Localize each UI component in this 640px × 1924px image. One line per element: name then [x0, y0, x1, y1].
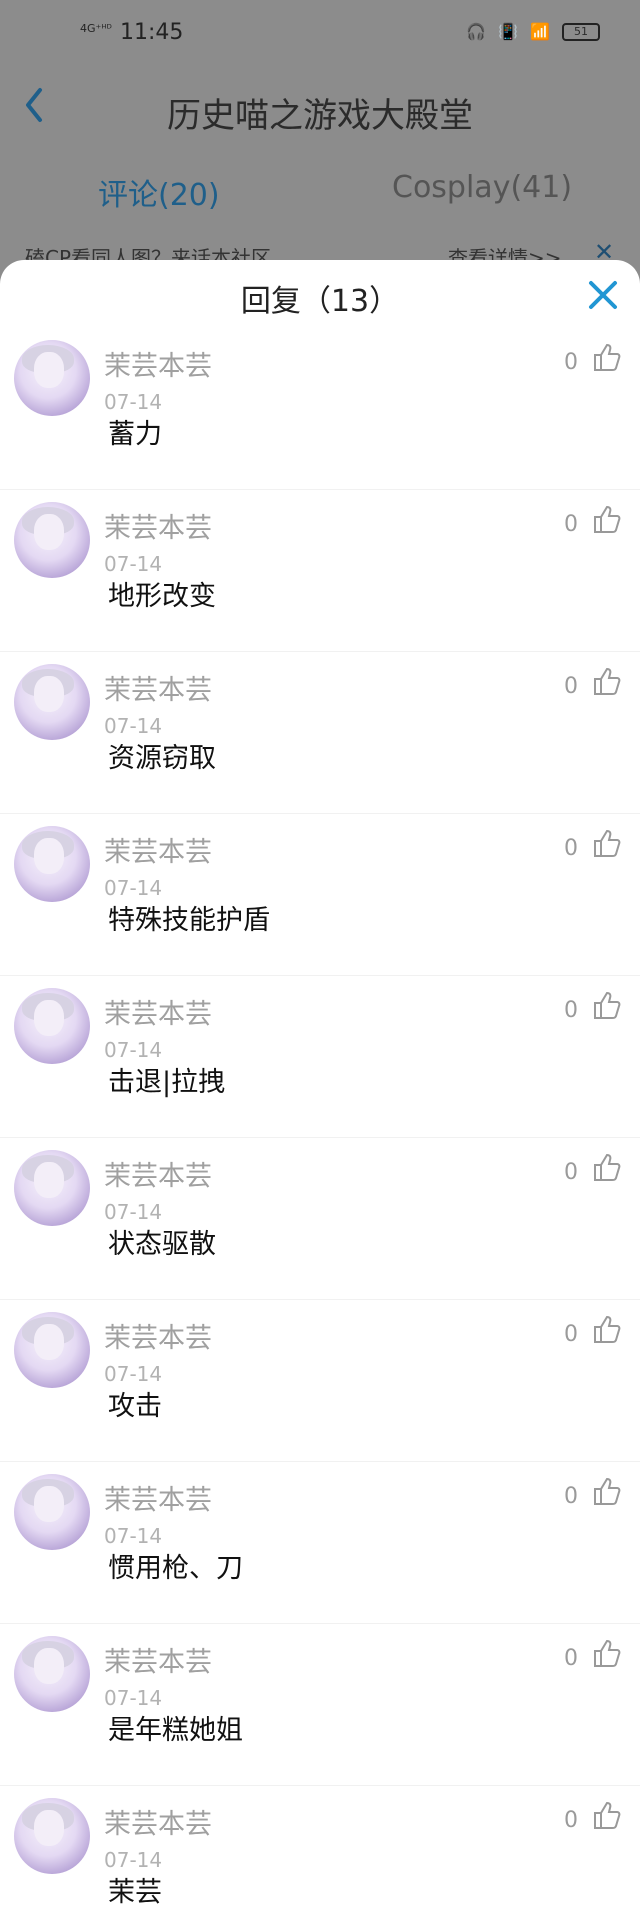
thumbs-up-icon[interactable]	[592, 990, 622, 1020]
tab-comments[interactable]: 评论(20)	[98, 170, 220, 214]
like-count: 0	[564, 1160, 578, 1185]
list-item[interactable]: 茉芸本芸 07-14 攻击 0	[0, 1300, 640, 1462]
nav-bar: 历史喵之游戏大殿堂	[0, 78, 640, 138]
wifi-icon: 📶	[530, 22, 550, 41]
list-item[interactable]: 茉芸本芸 07-14 击退|拉拽 0	[0, 976, 640, 1138]
reply-content: 击退|拉拽	[108, 1067, 226, 1098]
headphones-icon: 🎧	[466, 22, 487, 41]
signal-icon: 4G⁺ᴴᴰ	[80, 22, 112, 35]
reply-list: 茉芸本芸 07-14 蓄力 0 茉芸本芸 07-14 地形改变 0 茉芸本芸 0…	[0, 328, 640, 1924]
list-item[interactable]: 茉芸本芸 07-14 蓄力 0	[0, 328, 640, 490]
list-item[interactable]: 茉芸本芸 07-14 是年糕她姐 0	[0, 1624, 640, 1786]
avatar[interactable]	[14, 502, 90, 578]
reply-content: 特殊技能护盾	[108, 905, 270, 936]
page-title: 历史喵之游戏大殿堂	[167, 96, 473, 136]
avatar[interactable]	[14, 1312, 90, 1388]
avatar[interactable]	[14, 988, 90, 1064]
avatar[interactable]	[14, 1150, 90, 1226]
list-item[interactable]: 茉芸本芸 07-14 茉芸 0	[0, 1786, 640, 1924]
reply-date: 07-14	[104, 1524, 163, 1548]
like-count: 0	[564, 1484, 578, 1509]
thumbs-up-icon[interactable]	[592, 1800, 622, 1830]
avatar[interactable]	[14, 664, 90, 740]
like-count: 0	[564, 1646, 578, 1671]
thumbs-up-icon[interactable]	[592, 666, 622, 696]
reply-content: 资源窃取	[108, 743, 216, 774]
background-page: 4G⁺ᴴᴰ 11:45 🎧 📳 📶 51 历史喵之游戏大殿堂 评论(20) Co…	[0, 0, 640, 300]
thumbs-up-icon[interactable]	[592, 828, 622, 858]
author-name[interactable]: 茉芸本芸	[104, 506, 212, 545]
reply-date: 07-14	[104, 390, 163, 414]
reply-content: 惯用枪、刀	[108, 1553, 243, 1584]
like-count: 0	[564, 1808, 578, 1833]
thumbs-up-icon[interactable]	[592, 504, 622, 534]
list-item[interactable]: 茉芸本芸 07-14 资源窃取 0	[0, 652, 640, 814]
author-name[interactable]: 茉芸本芸	[104, 1802, 212, 1841]
avatar[interactable]	[14, 1798, 90, 1874]
author-name[interactable]: 茉芸本芸	[104, 668, 212, 707]
reply-date: 07-14	[104, 552, 163, 576]
status-time: 11:45	[120, 20, 184, 45]
author-name[interactable]: 茉芸本芸	[104, 1316, 212, 1355]
like-count: 0	[564, 512, 578, 537]
replies-sheet: 回复（13） 茉芸本芸 07-14 蓄力 0 茉芸本芸 07-14 地形改变 0	[0, 260, 640, 1924]
reply-content: 是年糕她姐	[108, 1715, 243, 1746]
author-name[interactable]: 茉芸本芸	[104, 830, 212, 869]
tab-bar: 评论(20) Cosplay(41)	[0, 160, 640, 213]
thumbs-up-icon[interactable]	[592, 342, 622, 372]
like-count: 0	[564, 836, 578, 861]
status-bar: 4G⁺ᴴᴰ 11:45 🎧 📳 📶 51	[0, 0, 640, 70]
list-item[interactable]: 茉芸本芸 07-14 地形改变 0	[0, 490, 640, 652]
author-name[interactable]: 茉芸本芸	[104, 1640, 212, 1679]
reply-date: 07-14	[104, 1200, 163, 1224]
reply-content: 蓄力	[108, 419, 162, 450]
list-item[interactable]: 茉芸本芸 07-14 状态驱散 0	[0, 1138, 640, 1300]
reply-content: 茉芸	[108, 1877, 162, 1908]
list-item[interactable]: 茉芸本芸 07-14 惯用枪、刀 0	[0, 1462, 640, 1624]
like-count: 0	[564, 998, 578, 1023]
close-icon[interactable]	[586, 278, 620, 312]
sheet-header: 回复（13）	[0, 260, 640, 328]
author-name[interactable]: 茉芸本芸	[104, 1478, 212, 1517]
author-name[interactable]: 茉芸本芸	[104, 1154, 212, 1193]
avatar[interactable]	[14, 1636, 90, 1712]
thumbs-up-icon[interactable]	[592, 1314, 622, 1344]
avatar[interactable]	[14, 826, 90, 902]
author-name[interactable]: 茉芸本芸	[104, 344, 212, 383]
thumbs-up-icon[interactable]	[592, 1152, 622, 1182]
reply-content: 状态驱散	[108, 1229, 216, 1260]
like-count: 0	[564, 1322, 578, 1347]
reply-content: 攻击	[108, 1391, 162, 1422]
vibrate-icon: 📳	[498, 22, 519, 41]
reply-date: 07-14	[104, 876, 163, 900]
thumbs-up-icon[interactable]	[592, 1476, 622, 1506]
like-count: 0	[564, 674, 578, 699]
reply-date: 07-14	[104, 714, 163, 738]
reply-date: 07-14	[104, 1848, 163, 1872]
reply-date: 07-14	[104, 1038, 163, 1062]
author-name[interactable]: 茉芸本芸	[104, 992, 212, 1031]
battery-icon: 51	[562, 22, 600, 41]
tab-cosplay[interactable]: Cosplay(41)	[392, 170, 572, 205]
reply-date: 07-14	[104, 1686, 163, 1710]
thumbs-up-icon[interactable]	[592, 1638, 622, 1668]
like-count: 0	[564, 350, 578, 375]
list-item[interactable]: 茉芸本芸 07-14 特殊技能护盾 0	[0, 814, 640, 976]
reply-date: 07-14	[104, 1362, 163, 1386]
avatar[interactable]	[14, 1474, 90, 1550]
reply-content: 地形改变	[108, 581, 216, 612]
avatar[interactable]	[14, 340, 90, 416]
sheet-title: 回复（13）	[240, 284, 400, 319]
